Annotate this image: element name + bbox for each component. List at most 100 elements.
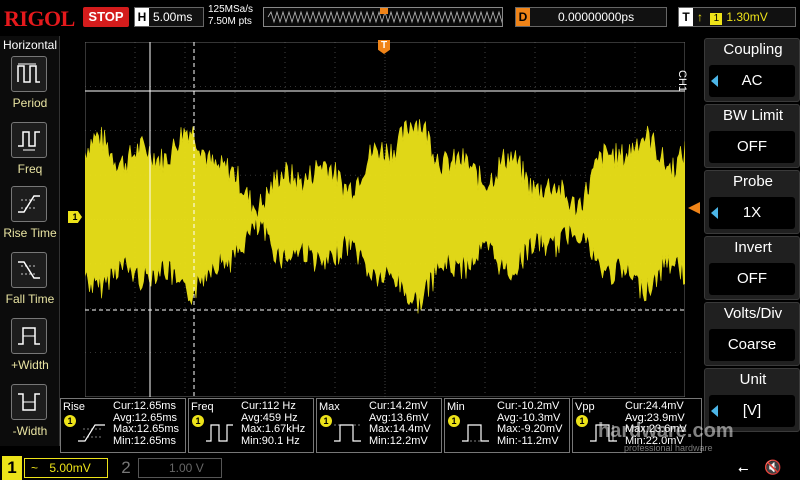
acquisition-info: 125MSa/s 7.50M pts [208,4,253,28]
freq-icon [11,122,47,158]
measurement-freq[interactable]: Freq 1 Cur:112 Hz Avg:459 Hz Max:1.67kHz… [188,398,314,453]
run-stop-button[interactable]: STOP [83,7,129,27]
menu-coupling-value: AC [709,65,795,97]
ch1-level-marker-label: 1 [72,212,78,222]
delay-key: D [516,8,530,26]
measurement-max: Max:-9.20mV [497,423,563,435]
left-arrow-icon [711,207,718,219]
trigger-position-marker-label: T [380,40,388,51]
ch1-button[interactable]: 1 [2,456,22,480]
menu-volts-div-label: Volts/Div [723,305,783,322]
menu-invert[interactable]: Invert OFF [704,236,800,300]
channel-badge: 1 [64,415,76,427]
trigger-source-badge: 1 [710,13,723,25]
menu-item-label: Rise Time [3,226,57,240]
delay-value: 0.00000000ps [558,10,635,24]
measurement-cur: Cur:24.4mV [625,400,684,412]
memory-position-strip[interactable] [263,7,545,27]
speaker-muted-icon[interactable]: 🔇 [764,459,781,476]
left-arrow-icon [711,405,718,417]
menu-item-label: Freq [17,162,43,176]
rise-time-icon [11,186,47,222]
ch2-button[interactable]: 2 [118,456,134,480]
fall-time-icon [11,252,47,288]
measurement-max: Max:1.67kHz [241,423,306,435]
menu-coupling-label: Coupling [723,41,783,58]
bottom-channel-bar: 1 ~ 5.00mV 2 1.00 V ⭠ 🔇 [0,455,800,480]
trigger-level-marker[interactable] [688,202,700,214]
measurement-min: Min:12.65ms [113,434,176,447]
menu-bw-limit-label: BW Limit [723,107,783,124]
delay-readout[interactable]: D 0.00000000ps [515,7,667,27]
menu-unit-label: Unit [739,371,767,388]
pos-width-icon [11,318,47,354]
measurement-max[interactable]: Max 1 Cur:14.2mV Avg:13.6mV Max:14.4mV M… [316,398,442,453]
menu-bw-limit[interactable]: BW Limit OFF [704,104,800,168]
measurement-cur: Cur:14.2mV [369,400,428,412]
channel-badge: 1 [320,415,332,427]
timebase-readout[interactable]: H 5.00ms [134,7,204,27]
menu-title: Horizontal [2,38,58,52]
menu-item-freq[interactable]: Freq [0,122,60,186]
menu-volts-div[interactable]: Volts/Div Coarse [704,302,800,366]
channel-badge: 1 [192,415,204,427]
ch1-scale-readout[interactable]: ~ 5.00mV [24,458,108,478]
menu-probe-value: 1X [709,197,795,229]
max-icon [334,424,361,442]
measurement-name: Rise [63,401,86,413]
measurement-values: Cur:12.65ms Avg:12.65ms Max:12.65ms Min:… [113,400,180,447]
menu-item-pos-width[interactable]: +Width [0,318,60,382]
menu-item-label: +Width [11,358,49,372]
timebase-key: H [135,8,149,26]
timebase-value: 5.00ms [153,10,193,24]
memory-strip-graphic [267,8,545,24]
menu-coupling[interactable]: Coupling AC [704,38,800,102]
measurement-values: Cur:-10.2mV Avg:-10.3mV Max:-9.20mV Min:… [497,400,563,447]
measurement-cur: Cur:-10.2mV [497,400,560,412]
channel-badge: 1 [576,415,588,427]
menu-probe[interactable]: Probe 1X [704,170,800,234]
measurement-max: Max:14.4mV [369,423,431,435]
horizontal-measure-menu: Horizontal Period Freq Rise Time Fall Ti… [0,36,60,446]
menu-invert-label: Invert [734,239,772,256]
ch1-level-marker[interactable]: 1 [68,211,82,223]
ch2-scale-readout[interactable]: 1.00 V [138,458,222,478]
measurement-cur: Cur:12.65ms [113,400,176,412]
menu-item-label: Period [12,96,48,110]
menu-bw-limit-value: OFF [709,131,795,163]
ac-coupling-icon: ~ [31,461,39,475]
trigger-key: T [679,8,693,26]
trigger-readout[interactable]: T ↑ 1 1.30mV [678,7,796,27]
rising-edge-icon: ↑ [697,10,703,24]
measurement-values: Cur:14.2mV Avg:13.6mV Max:14.4mV Min:12.… [369,400,431,447]
measurement-rise[interactable]: Rise 1 Cur:12.65ms Avg:12.65ms Max:12.65… [60,398,186,453]
menu-item-rise-time[interactable]: Rise Time [0,186,60,250]
measurement-name: Max [319,401,340,413]
measurement-name: Min [447,401,465,413]
measurement-max: Max:12.65ms [113,423,180,435]
neg-width-icon [11,384,47,420]
menu-probe-label: Probe [732,173,774,190]
memory-depth: 7.50M pts [208,16,252,27]
menu-item-label: -Width [12,424,48,438]
channel-menu: Coupling AC BW Limit OFF Probe 1X Invert… [704,36,800,446]
menu-item-fall-time[interactable]: Fall Time [0,252,60,316]
channel-tag: CH1 [676,70,688,93]
period-icon [11,56,47,92]
menu-item-period[interactable]: Period [0,56,60,120]
measurement-name: Vpp [575,401,595,413]
menu-item-label: Fall Time [5,292,55,306]
watermark-subtext: professional hardware [624,443,713,453]
menu-item-neg-width[interactable]: -Width [0,384,60,448]
waveform-grid[interactable] [85,42,685,397]
rise-time-icon [78,424,105,442]
measurement-min: Min:90.1 Hz [241,434,300,447]
menu-invert-value: OFF [709,263,795,295]
trigger-level-value: 1.30mV [726,10,768,24]
usb-icon: ⭠ [738,461,749,476]
top-status-bar: RIGOL STOP H 5.00ms 125MSa/s 7.50M pts D 0… [0,0,800,34]
measurement-min: Min:-11.2mV [497,434,559,447]
channel-badge: 1 [448,415,460,427]
measurement-min[interactable]: Min 1 Cur:-10.2mV Avg:-10.3mV Max:-9.20m… [444,398,570,453]
measurement-cur: Cur:112 Hz [241,400,296,412]
